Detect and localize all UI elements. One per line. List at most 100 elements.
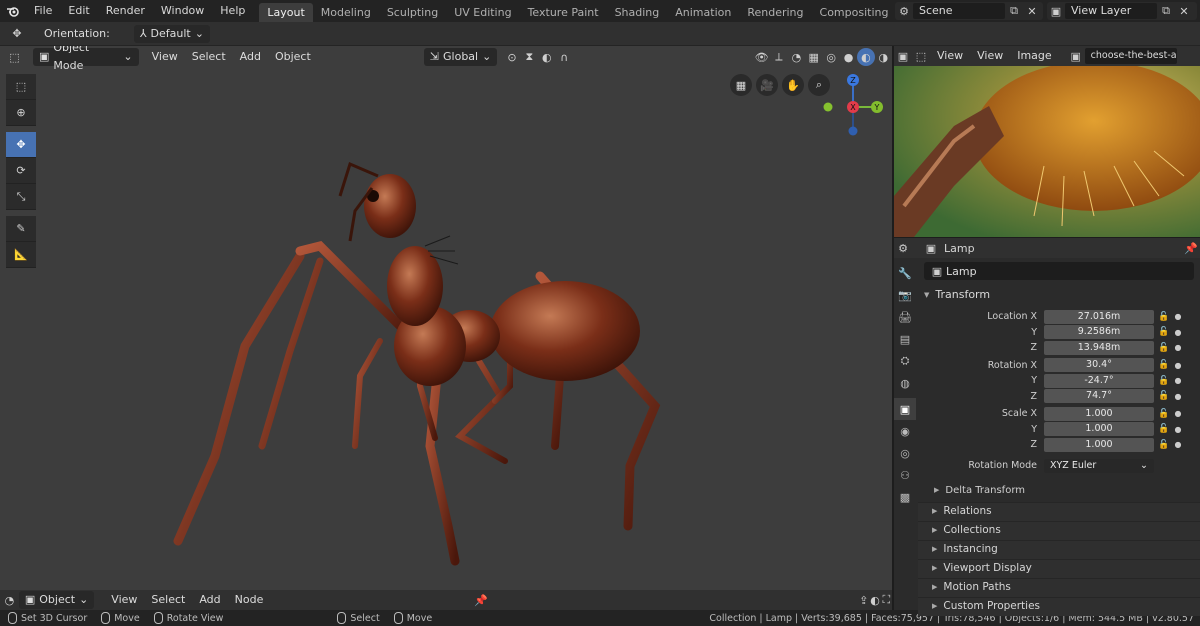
tab-compositing[interactable]: Compositing: [812, 3, 897, 22]
tab-sculpting[interactable]: Sculpting: [379, 3, 446, 22]
menu-render[interactable]: Render: [98, 0, 153, 22]
scale-field[interactable]: 1.000: [1044, 437, 1154, 452]
transform-space-dropdown[interactable]: ⇲ Global ⌄: [423, 48, 498, 66]
snap-icon[interactable]: ⧗: [521, 48, 538, 66]
delta-transform-panel[interactable]: ▶ Delta Transform: [918, 481, 1200, 500]
grid-view-icon[interactable]: ▦: [730, 74, 752, 96]
tab-rendering[interactable]: Rendering: [739, 3, 811, 22]
panel-viewport-display[interactable]: ▶ Viewport Display: [918, 558, 1200, 578]
lock-icon[interactable]: 🔓: [1156, 327, 1172, 337]
viewport-menu-view[interactable]: View: [145, 47, 185, 67]
tool-tab-icon[interactable]: 🔧: [894, 262, 916, 284]
view-layer-selector[interactable]: ▣ View Layer ⧉ ✕: [1047, 2, 1197, 20]
tab-modeling[interactable]: Modeling: [313, 3, 379, 22]
pin-icon[interactable]: 📌: [1182, 239, 1200, 257]
scene-selector[interactable]: ⚙ Scene ⧉ ✕: [895, 2, 1043, 20]
scene-name[interactable]: Scene: [913, 3, 1005, 19]
texture-tab-icon[interactable]: ▩: [894, 486, 916, 508]
modifier-tab-icon[interactable]: ◉: [894, 420, 916, 442]
editor-type-icon[interactable]: ◔: [0, 591, 19, 609]
menu-window[interactable]: Window: [153, 0, 212, 22]
camera-icon[interactable]: 🎥: [756, 74, 778, 96]
rotation-field[interactable]: 30.4°: [1044, 358, 1154, 373]
keyframe-dot-icon[interactable]: ●: [1172, 343, 1184, 352]
lock-icon[interactable]: 🔓: [1156, 440, 1172, 450]
annotate-tool-icon[interactable]: ✎: [6, 216, 36, 242]
menu-edit[interactable]: Edit: [60, 0, 97, 22]
image-mode-icon[interactable]: ⬚: [912, 47, 930, 65]
tab-animation[interactable]: Animation: [667, 3, 739, 22]
bottom-menu-node[interactable]: Node: [228, 590, 271, 610]
tab-texture-paint[interactable]: Texture Paint: [520, 3, 607, 22]
image-menu-view[interactable]: View: [930, 46, 970, 66]
lock-icon[interactable]: 🔓: [1156, 343, 1172, 353]
physics-tab-icon[interactable]: ◎: [894, 442, 916, 464]
rotation-field[interactable]: -24.7°: [1044, 373, 1154, 388]
material-shading-icon[interactable]: ◐: [857, 48, 875, 66]
image-name-field[interactable]: choose-the-best-an...: [1084, 48, 1177, 64]
constraints-tab-icon[interactable]: ⚇: [894, 464, 916, 486]
scene-tab-icon[interactable]: ⛭: [894, 350, 916, 372]
tab-layout[interactable]: Layout: [259, 3, 313, 22]
keyframe-dot-icon[interactable]: ●: [1172, 392, 1184, 401]
snap-toggle-icon[interactable]: ⛶: [881, 591, 892, 609]
keyframe-dot-icon[interactable]: ●: [1172, 440, 1184, 449]
tab-uv-editing[interactable]: UV Editing: [446, 3, 519, 22]
bottom-menu-select[interactable]: Select: [144, 590, 192, 610]
lock-icon[interactable]: 🔓: [1156, 424, 1172, 434]
location-field[interactable]: 27.016m: [1044, 309, 1154, 324]
move-tool-icon[interactable]: ✥: [6, 132, 36, 158]
view-layer-tab-icon[interactable]: ▤: [894, 328, 916, 350]
properties-editor-icon[interactable]: ⚙: [894, 239, 912, 257]
overlay-toggle-icon[interactable]: ◐: [869, 591, 880, 609]
tab-shading[interactable]: Shading: [607, 3, 668, 22]
blender-logo-icon[interactable]: [0, 0, 26, 22]
rotation-mode-dropdown[interactable]: XYZ Euler ⌄: [1044, 458, 1154, 473]
location-field[interactable]: 13.948m: [1044, 340, 1154, 355]
object-name-field[interactable]: ▣ Lamp: [924, 262, 1194, 280]
lock-icon[interactable]: 🔓: [1156, 312, 1172, 322]
bottom-menu-add[interactable]: Add: [192, 590, 227, 610]
panel-instancing[interactable]: ▶ Instancing: [918, 539, 1200, 559]
keyframe-dot-icon[interactable]: ●: [1172, 376, 1184, 385]
viewport-menu-select[interactable]: Select: [185, 47, 233, 67]
copy-icon[interactable]: ⧉: [1157, 2, 1175, 20]
upload-icon[interactable]: ⇪: [858, 591, 869, 609]
scale-tool-icon[interactable]: ⤡: [6, 184, 36, 210]
lock-icon[interactable]: 🔓: [1156, 376, 1172, 386]
navigation-gizmo[interactable]: Z Y X: [820, 72, 890, 142]
render-tab-icon[interactable]: 📷: [894, 284, 916, 306]
lock-icon[interactable]: 🔓: [1156, 360, 1172, 370]
measure-tool-icon[interactable]: 📐: [6, 242, 36, 268]
transform-panel-header[interactable]: ▼ Transform: [918, 284, 1200, 306]
panel-motion-paths[interactable]: ▶ Motion Paths: [918, 577, 1200, 597]
3d-viewport[interactable]: ⬚ ▣ Object Mode ⌄ View Select Add Object ⇲ …: [0, 46, 892, 590]
pivot-icon[interactable]: ⊙: [503, 48, 520, 66]
image-menu-view[interactable]: View: [970, 46, 1010, 66]
scale-field[interactable]: 1.000: [1044, 406, 1154, 421]
bottom-mode-dropdown[interactable]: ▣ Object ⌄: [18, 591, 95, 609]
gizmo-neg-y-axis[interactable]: [823, 102, 833, 112]
keyframe-dot-icon[interactable]: ●: [1172, 409, 1184, 418]
rotate-tool-icon[interactable]: ⟳: [6, 158, 36, 184]
image-menu-image[interactable]: Image: [1010, 46, 1058, 66]
copy-icon[interactable]: ⧉: [1005, 2, 1023, 20]
panel-relations[interactable]: ▶ Relations: [918, 501, 1200, 521]
xray-icon[interactable]: ▦: [805, 48, 822, 66]
image-editor-type-icon[interactable]: ▣: [894, 47, 912, 65]
orientation-dropdown[interactable]: ⅄ Default ⌄: [133, 24, 210, 43]
menu-file[interactable]: File: [26, 0, 60, 22]
location-field[interactable]: 9.2586m: [1044, 325, 1154, 340]
viewport-menu-object[interactable]: Object: [268, 47, 318, 67]
overlay-icon[interactable]: ◔: [788, 48, 805, 66]
menu-help[interactable]: Help: [212, 0, 253, 22]
scale-field[interactable]: 1.000: [1044, 422, 1154, 437]
close-icon[interactable]: ✕: [1175, 2, 1193, 20]
viewport-menu-add[interactable]: Add: [233, 47, 268, 67]
solid-shading-icon[interactable]: ●: [840, 48, 857, 66]
rotation-field[interactable]: 74.7°: [1044, 389, 1154, 404]
wireframe-shading-icon[interactable]: ◎: [822, 48, 839, 66]
image-browse-icon[interactable]: ▣: [1067, 47, 1085, 65]
keyframe-dot-icon[interactable]: ●: [1172, 425, 1184, 434]
bottom-menu-view[interactable]: View: [104, 590, 144, 610]
